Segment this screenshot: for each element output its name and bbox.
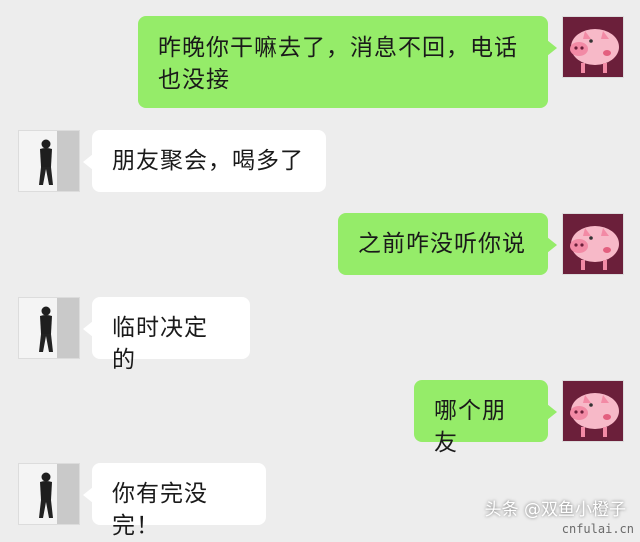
message-bubble-received[interactable]: 朋友聚会，喝多了 — [83, 130, 326, 192]
message-bubble-sent[interactable]: 昨晚你干嘛去了，消息不回，电话也没接 — [138, 16, 557, 108]
friend-avatar[interactable] — [18, 297, 80, 359]
man-photo-avatar-icon — [19, 298, 79, 358]
man-photo-avatar-icon — [19, 131, 79, 191]
man-photo-avatar-icon — [19, 464, 79, 524]
pink-pig-avatar-icon — [563, 17, 623, 77]
message-bubble-received[interactable]: 临时决定的 — [83, 297, 250, 373]
message-bubble-sent[interactable]: 哪个朋友 — [414, 380, 557, 456]
message-text: 你有完没完！ — [112, 481, 208, 539]
message-bubble-received[interactable]: 你有完没完！ — [83, 463, 266, 539]
message-text: 哪个朋友 — [434, 398, 506, 456]
message-text: 昨晚你干嘛去了，消息不回，电话也没接 — [158, 35, 518, 93]
message-text: 朋友聚会，喝多了 — [112, 148, 304, 174]
my-avatar[interactable] — [562, 380, 624, 442]
message-text: 临时决定的 — [112, 315, 208, 373]
pink-pig-avatar-icon — [563, 381, 623, 441]
friend-avatar[interactable] — [18, 130, 80, 192]
friend-avatar[interactable] — [18, 463, 80, 525]
message-text: 之前咋没听你说 — [358, 231, 526, 257]
watermark: cnfulai.cn — [561, 522, 634, 536]
my-avatar[interactable] — [562, 16, 624, 78]
pink-pig-avatar-icon — [563, 214, 623, 274]
my-avatar[interactable] — [562, 213, 624, 275]
attribution-label: 头条 @双鱼小橙子 — [484, 500, 626, 520]
message-bubble-sent[interactable]: 之前咋没听你说 — [338, 213, 557, 275]
